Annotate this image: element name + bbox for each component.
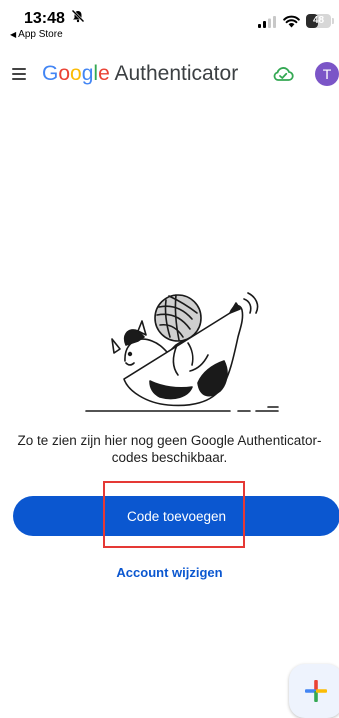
back-label: App Store [18,29,63,40]
app-bar: Google Authenticator T [0,56,339,92]
battery-level: 48 [312,15,325,26]
add-code-button[interactable]: Code toevoegen [13,496,339,536]
back-to-app-store[interactable]: ◀ App Store [10,29,63,40]
logo-letter: o [58,62,71,85]
empty-state-message: Zo te zien zijn hier nog geen Google Aut… [17,433,322,465]
add-fab-button[interactable] [289,664,339,718]
logo-letter: o [70,62,82,85]
battery-icon: 48 [306,14,331,28]
status-time: 13:48 [24,10,65,27]
status-bar: 13:48 ◀ App Store 48 [0,0,339,46]
signal-icon [258,16,276,28]
wifi-icon [283,15,300,28]
cloud-check-icon[interactable] [272,65,294,83]
battery-cap [332,18,334,24]
google-logo: Google [42,62,110,85]
logo-letter: g [81,62,94,85]
cat-illustration [85,292,279,412]
logo-letter: G [42,62,59,85]
app-title-suffix: Authenticator [109,62,239,85]
menu-icon[interactable] [12,68,26,80]
plus-icon [305,680,327,702]
bell-slash-icon [71,9,85,23]
avatar[interactable]: T [315,62,339,86]
change-account-link[interactable]: Account wijzigen [0,565,339,580]
logo-letter: e [98,62,110,85]
back-arrow-icon: ◀ [10,30,17,39]
app-title: Google Authenticator [42,61,238,87]
